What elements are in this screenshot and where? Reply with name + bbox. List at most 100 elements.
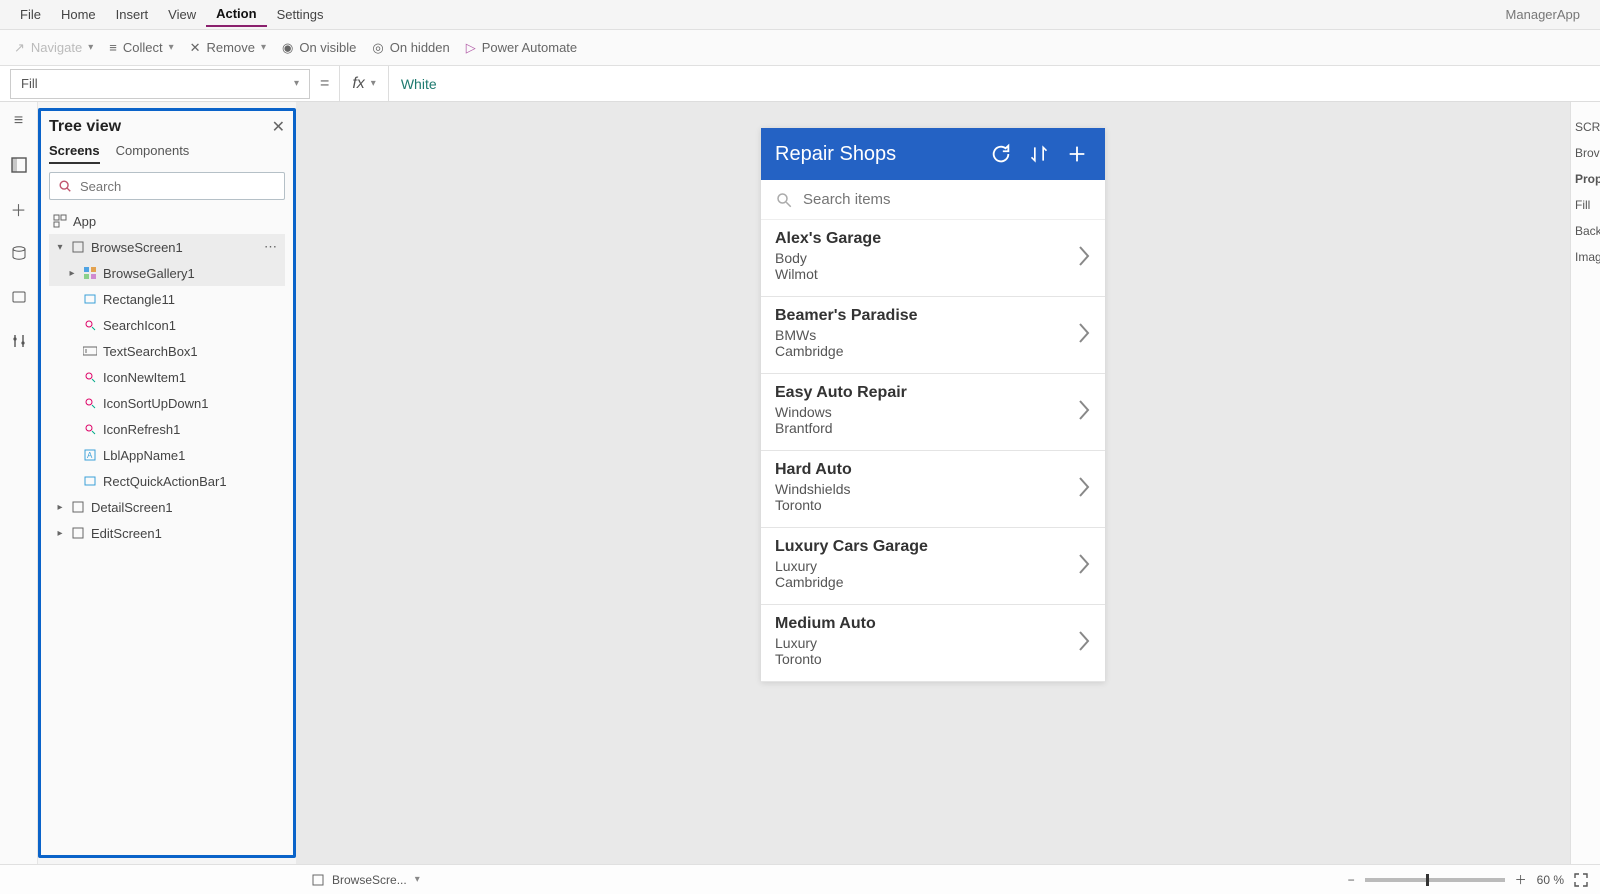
preview-search-input[interactable] [803,191,1091,208]
menu-home[interactable]: Home [51,3,106,26]
more-icon[interactable]: ⋯ [258,239,285,255]
formula-input[interactable]: White [389,66,1600,101]
zoom-out-button[interactable]: − [1348,873,1355,887]
navigate-button[interactable]: ↗ Navigate ▾ [14,40,93,56]
tree-label: RectQuickActionBar1 [103,474,227,489]
expand-icon[interactable]: ▸ [67,268,77,279]
chevron-right-icon[interactable] [1077,476,1091,498]
zoom-in-button[interactable]: ＋ [1515,871,1527,888]
app-name: ManagerApp [1506,7,1590,22]
tab-screens[interactable]: Screens [49,143,100,164]
tree-view-icon[interactable] [8,154,30,176]
tab-components[interactable]: Components [116,143,190,164]
collapse-icon[interactable]: ▾ [55,242,65,253]
expand-icon[interactable]: ▸ [55,528,65,539]
onvisible-button[interactable]: ◉ On visible [282,40,356,56]
onhidden-button[interactable]: ◎ On hidden [372,40,449,56]
onvisible-label: On visible [299,40,356,55]
gallery-item[interactable]: Medium AutoLuxuryToronto [761,605,1105,682]
fx-button[interactable]: fx ▾ [339,66,388,101]
media-icon[interactable] [8,286,30,308]
remove-button[interactable]: ✕ Remove ▾ [190,40,266,56]
property-selector[interactable]: Fill ▾ [10,69,310,99]
search-icon [58,179,72,193]
add-icon[interactable]: ＋ [8,198,30,220]
chevron-down-icon: ▾ [371,78,376,89]
panel-background[interactable]: Back [1571,218,1600,244]
chevron-right-icon[interactable] [1077,399,1091,421]
tree-label: TextSearchBox1 [103,344,198,359]
item-city: Cambridge [775,574,1077,590]
tree-label: BrowseScreen1 [91,240,183,255]
zoom-thumb[interactable] [1426,874,1429,886]
menu-settings[interactable]: Settings [267,3,334,26]
tree-node-iconsortupdown[interactable]: IconSortUpDown1 [49,390,285,416]
preview-searchbar[interactable] [761,180,1105,220]
sort-icon[interactable] [1025,140,1053,168]
add-icon[interactable] [1063,140,1091,168]
panel-properties-tab[interactable]: Prop [1571,166,1600,192]
tree-node-browsegallery[interactable]: ▸ BrowseGallery1 [49,260,285,286]
tree-search[interactable] [49,172,285,200]
tree-node-textsearchbox[interactable]: TextSearchBox1 [49,338,285,364]
screen-icon [71,526,85,540]
preview-title: Repair Shops [775,143,977,166]
close-icon[interactable]: ✕ [272,117,285,137]
chevron-right-icon[interactable] [1077,322,1091,344]
fullscreen-icon[interactable] [1574,873,1588,887]
tree-node-browsescreen[interactable]: ▾ BrowseScreen1 ⋯ [49,234,285,260]
zoom-slider[interactable] [1365,878,1505,882]
menu-insert[interactable]: Insert [106,3,159,26]
refresh-icon[interactable] [987,140,1015,168]
status-screen-selector[interactable]: BrowseScre... ▾ [312,873,420,887]
tree-node-iconnewitem[interactable]: IconNewItem1 [49,364,285,390]
tree-node-detailscreen[interactable]: ▸ DetailScreen1 [49,494,285,520]
tree-node-app[interactable]: App [49,208,285,234]
formula-bar: Fill ▾ = fx ▾ White [0,66,1600,102]
tree-node-editscreen[interactable]: ▸ EditScreen1 [49,520,285,546]
app-preview: Repair Shops Alex's GarageBodyWilmotBeam… [761,128,1105,682]
panel-fill[interactable]: Fill [1571,192,1600,218]
remove-label: Remove [207,40,255,55]
tree-node-rectquickactionbar[interactable]: RectQuickActionBar1 [49,468,285,494]
collect-label: Collect [123,40,163,55]
tools-icon[interactable] [8,330,30,352]
chevron-right-icon[interactable] [1077,553,1091,575]
panel-image[interactable]: Imag [1571,244,1600,270]
tree-search-input[interactable] [80,179,276,194]
status-bar: BrowseScre... ▾ − ＋ 60 % [0,864,1600,894]
menu-file[interactable]: File [10,3,51,26]
icon-icon [83,318,97,332]
label-icon: A [83,448,97,462]
tree-label: BrowseGallery1 [103,266,195,281]
item-specialty: Luxury [775,635,1077,651]
canvas[interactable]: Repair Shops Alex's GarageBodyWilmotBeam… [296,102,1570,864]
power-automate-button[interactable]: ▷ Power Automate [466,40,577,56]
properties-panel[interactable]: SCRE Brov Prop Fill Back Imag [1570,102,1600,864]
chevron-right-icon[interactable] [1077,245,1091,267]
action-ribbon: ↗ Navigate ▾ ≡ Collect ▾ ✕ Remove ▾ ◉ On… [0,30,1600,66]
collect-button[interactable]: ≡ Collect ▾ [109,40,173,55]
gallery-item[interactable]: Hard AutoWindshieldsToronto [761,451,1105,528]
chevron-right-icon[interactable] [1077,630,1091,652]
gallery-item[interactable]: Beamer's ParadiseBMWsCambridge [761,297,1105,374]
data-icon[interactable] [8,242,30,264]
item-city: Toronto [775,497,1077,513]
menu-view[interactable]: View [158,3,206,26]
tree-node-lblappname[interactable]: A LblAppName1 [49,442,285,468]
item-name: Medium Auto [775,615,1077,633]
equals-label: = [310,75,339,93]
tree-node-searchicon[interactable]: SearchIcon1 [49,312,285,338]
tree-node-iconrefresh[interactable]: IconRefresh1 [49,416,285,442]
gallery-item[interactable]: Easy Auto RepairWindowsBrantford [761,374,1105,451]
menu-action[interactable]: Action [206,2,266,27]
hamburger-icon[interactable]: ≡ [8,110,30,132]
item-specialty: Windshields [775,481,1077,497]
search-icon [775,191,793,209]
gallery-item[interactable]: Alex's GarageBodyWilmot [761,220,1105,297]
gallery-icon [83,266,97,280]
tree-node-rectangle[interactable]: Rectangle11 [49,286,285,312]
gallery-item[interactable]: Luxury Cars GarageLuxuryCambridge [761,528,1105,605]
expand-icon[interactable]: ▸ [55,502,65,513]
icon-icon [83,422,97,436]
